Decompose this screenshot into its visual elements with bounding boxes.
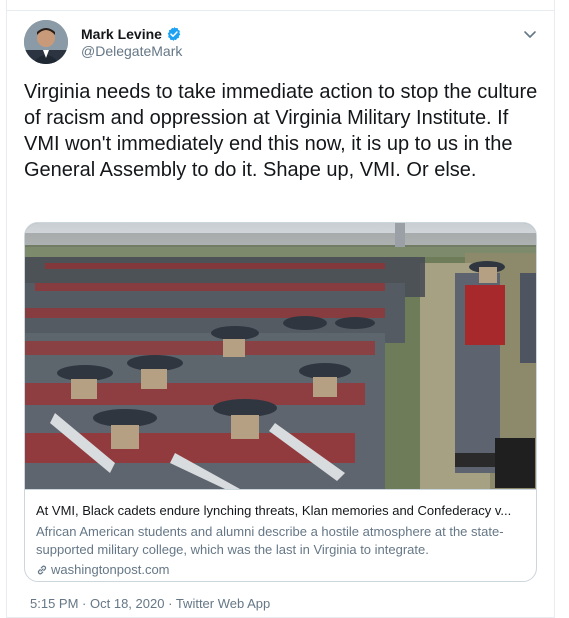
link-card[interactable]: At VMI, Black cadets endure lynching thr… xyxy=(24,222,537,582)
top-divider xyxy=(7,10,554,11)
tweet-text: Virginia needs to take immediate action … xyxy=(24,81,538,181)
tweet-meta: 5:15 PM · Oct 18, 2020 · Twitter Web App xyxy=(30,596,270,611)
author-name-row[interactable]: Mark Levine xyxy=(81,26,182,42)
tweet-container: Mark Levine @DelegateMark Virginia needs… xyxy=(6,0,555,618)
card-domain: washingtonpost.com xyxy=(36,561,525,579)
author-handle[interactable]: @DelegateMark xyxy=(81,43,182,59)
card-description: African American students and alumni des… xyxy=(36,524,504,557)
meta-separator: · xyxy=(168,596,173,611)
card-body[interactable]: At VMI, Black cadets endure lynching thr… xyxy=(25,489,536,581)
meta-separator: · xyxy=(82,596,87,611)
verified-badge-icon xyxy=(166,26,182,42)
link-icon xyxy=(37,565,47,575)
tweet-date[interactable]: Oct 18, 2020 xyxy=(90,596,164,611)
card-image[interactable] xyxy=(25,223,536,489)
card-title[interactable]: At VMI, Black cadets endure lynching thr… xyxy=(36,502,525,520)
display-name[interactable]: Mark Levine xyxy=(81,26,162,42)
chevron-down-icon[interactable] xyxy=(522,26,538,42)
avatar[interactable] xyxy=(24,20,68,64)
card-domain-text: washingtonpost.com xyxy=(51,562,170,577)
tweet-time[interactable]: 5:15 PM xyxy=(30,596,78,611)
tweet-source[interactable]: Twitter Web App xyxy=(176,596,270,611)
